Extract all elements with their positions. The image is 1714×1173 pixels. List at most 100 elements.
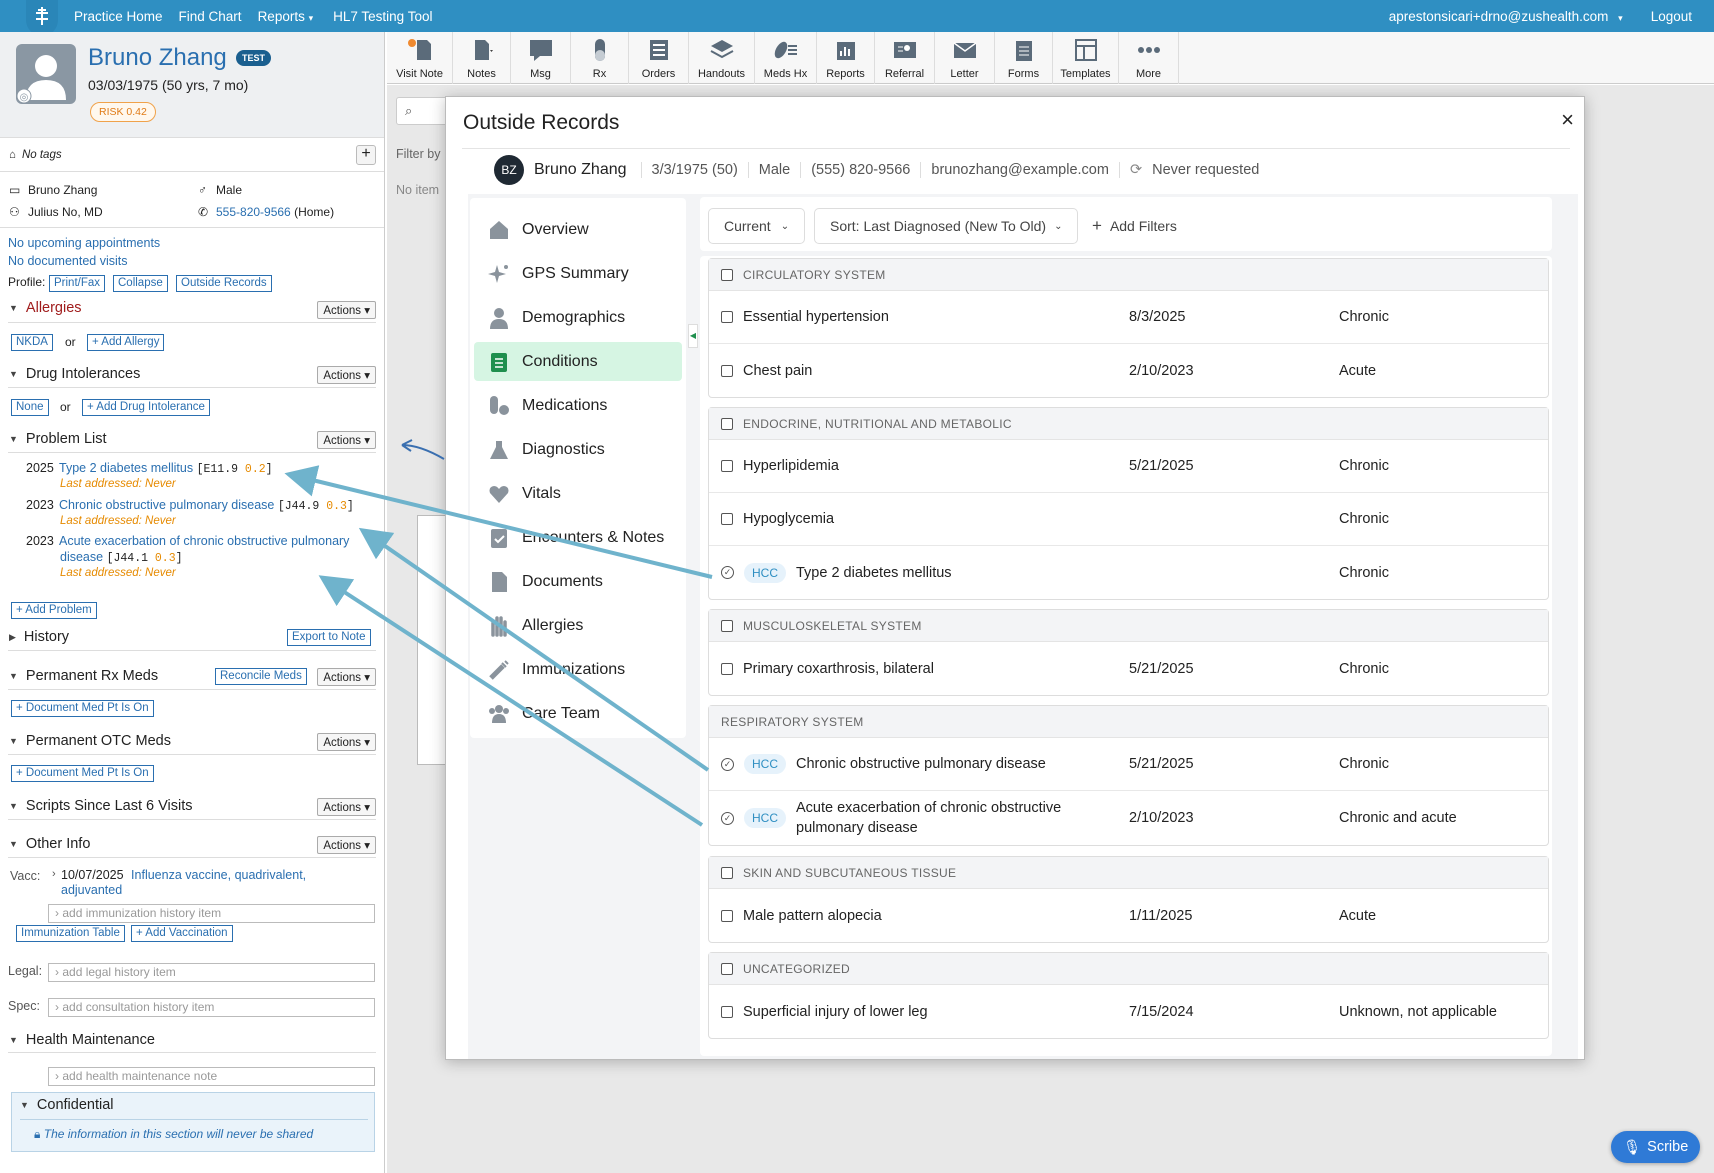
condition-row[interactable]: Primary coxarthrosis, bilateral 5/21/2025… <box>709 642 1548 695</box>
nav-overview[interactable]: Overview <box>474 210 682 249</box>
drug-intolerances-header[interactable]: ▼ Drug Intolerances <box>9 366 140 382</box>
legal-history-input[interactable]: › add legal history item <box>48 963 375 982</box>
meds-hx-button[interactable]: Meds Hx <box>755 32 817 84</box>
add-filters-button[interactable]: + Add Filters <box>1092 208 1177 244</box>
group-checkbox[interactable] <box>721 619 733 632</box>
outside-records-button[interactable]: Outside Records <box>176 275 272 292</box>
logout-link[interactable]: Logout <box>1651 9 1692 24</box>
problem-link[interactable]: disease <box>60 550 103 564</box>
nav-care-team[interactable]: Care Team <box>474 694 682 733</box>
templates-button[interactable]: Templates <box>1053 32 1119 84</box>
reconcile-meds-button[interactable]: Reconcile Meds <box>215 668 307 685</box>
allergies-header[interactable]: ▼ Allergies <box>9 300 82 316</box>
nav-practice-home[interactable]: Practice Home <box>74 9 163 24</box>
close-icon[interactable]: × <box>1561 107 1574 133</box>
condition-row[interactable]: Hyperlipidemia 5/21/2025 Chronic <box>709 440 1548 493</box>
condition-row[interactable]: ✓ HCC Chronic obstructive pulmonary diseas… <box>709 738 1548 791</box>
group-checkbox[interactable] <box>721 417 733 430</box>
scripts-actions-button[interactable]: Actions ▾ <box>317 798 376 816</box>
nav-vitals[interactable]: Vitals <box>474 474 682 513</box>
vacc-name[interactable]: Influenza vaccine, quadrivalent, <box>131 868 306 882</box>
no-appointments-link[interactable]: No upcoming appointments <box>8 236 160 250</box>
row-checkbox[interactable] <box>721 311 733 323</box>
user-menu[interactable]: aprestonsicari+drno@zushealth.com ▾ <box>1389 9 1623 24</box>
row-checkbox[interactable] <box>721 909 733 922</box>
condition-row[interactable]: Male pattern alopecia 1/11/2025 Acute <box>709 889 1548 942</box>
nav-demographics[interactable]: Demographics <box>474 298 682 337</box>
app-logo[interactable] <box>26 0 58 36</box>
add-vaccination-button[interactable]: + Add Vaccination <box>131 925 233 942</box>
health-maintenance-input[interactable]: › add health maintenance note <box>48 1067 375 1086</box>
problem-list-actions-button[interactable]: Actions ▾ <box>317 431 376 449</box>
nav-allergies[interactable]: Allergies <box>474 606 682 645</box>
row-checkbox[interactable] <box>721 662 733 675</box>
none-button[interactable]: None <box>11 399 49 416</box>
condition-row[interactable]: Essential hypertension 8/3/2025 Chronic <box>709 291 1548 344</box>
problem-list-header[interactable]: ▼ Problem List <box>9 431 107 447</box>
no-visits-link[interactable]: No documented visits <box>8 254 128 268</box>
row-checkbox[interactable] <box>721 460 733 472</box>
msg-button[interactable]: Msg <box>511 32 571 84</box>
nav-documents[interactable]: Documents <box>474 562 682 601</box>
letter-button[interactable]: Letter <box>935 32 995 84</box>
export-to-note-button[interactable]: Export to Note <box>287 629 371 646</box>
reports-button[interactable]: Reports <box>817 32 875 84</box>
immunization-table-button[interactable]: Immunization Table <box>16 925 125 942</box>
problem-link[interactable]: Type 2 diabetes mellitus <box>59 461 193 475</box>
scripts-header[interactable]: ▼ Scripts Since Last 6 Visits <box>9 798 192 814</box>
rx-button[interactable]: Rx <box>571 32 629 84</box>
allergies-actions-button[interactable]: Actions ▾ <box>317 301 376 319</box>
visit-note-button[interactable]: Visit Note <box>387 32 453 84</box>
more-button[interactable]: More <box>1119 32 1179 84</box>
rx-actions-button[interactable]: Actions ▾ <box>317 668 376 686</box>
nkda-button[interactable]: NKDA <box>11 334 53 351</box>
condition-row[interactable]: Hypoglycemia Chronic <box>709 493 1548 546</box>
group-checkbox[interactable] <box>721 268 733 281</box>
nav-immunizations[interactable]: Immunizations <box>474 650 682 689</box>
row-checkbox[interactable] <box>721 364 733 377</box>
document-rx-med-button[interactable]: + Document Med Pt Is On <box>11 700 154 717</box>
document-otc-med-button[interactable]: + Document Med Pt Is On <box>11 765 154 782</box>
collapse-button[interactable]: Collapse <box>113 275 168 292</box>
other-info-header[interactable]: ▼ Other Info <box>9 836 90 852</box>
nav-reports[interactable]: Reports ▾ <box>258 9 314 24</box>
collapse-nav-toggle[interactable]: ◀ <box>688 324 698 348</box>
risk-badge[interactable]: RISK 0.42 <box>90 102 156 122</box>
orders-button[interactable]: Orders <box>629 32 689 84</box>
otc-meds-header[interactable]: ▼ Permanent OTC Meds <box>9 733 171 749</box>
print-fax-button[interactable]: Print/Fax <box>49 275 106 292</box>
info-phone[interactable]: 555-820-9566 <box>216 205 291 219</box>
add-allergy-button[interactable]: + Add Allergy <box>87 334 165 351</box>
add-tag-button[interactable]: + <box>356 145 376 165</box>
scribe-button[interactable]: 🎙︎ Scribe <box>1611 1131 1700 1163</box>
add-problem-button[interactable]: + Add Problem <box>11 602 97 619</box>
vacc-name-cont[interactable]: adjuvanted <box>61 883 122 897</box>
row-checkbox[interactable] <box>721 513 733 525</box>
forms-button[interactable]: Forms <box>995 32 1053 84</box>
request-status[interactable]: ⟳ Never requested <box>1118 161 1269 178</box>
condition-row[interactable]: ✓ HCC Type 2 diabetes mellitus Chronic <box>709 546 1548 599</box>
patient-name[interactable]: Bruno Zhang <box>88 44 227 72</box>
history-header[interactable]: ▶ History <box>9 629 69 645</box>
sort-dropdown[interactable]: Sort: Last Diagnosed (New To Old) ⌄ <box>814 208 1079 244</box>
intolerances-actions-button[interactable]: Actions ▾ <box>317 366 376 384</box>
nav-medications[interactable]: Medications <box>474 386 682 425</box>
health-maintenance-header[interactable]: ▼ Health Maintenance <box>9 1032 155 1048</box>
nav-encounters-notes[interactable]: Encounters & Notes <box>474 518 682 557</box>
problem-link[interactable]: Acute exacerbation of chronic obstructiv… <box>59 534 349 548</box>
other-info-actions-button[interactable]: Actions ▾ <box>317 836 376 854</box>
consultation-history-input[interactable]: › add consultation history item <box>48 998 375 1017</box>
condition-row[interactable]: ✓ HCC Acute exacerbation of chronic obstru… <box>709 791 1548 845</box>
problem-link[interactable]: Chronic obstructive pulmonary disease <box>59 498 274 512</box>
immunization-history-input[interactable]: › add immunization history item <box>48 904 375 923</box>
row-checkbox[interactable] <box>721 1005 733 1018</box>
referral-button[interactable]: Referral <box>875 32 935 84</box>
group-checkbox[interactable] <box>721 962 733 975</box>
group-checkbox[interactable] <box>721 866 733 879</box>
nav-diagnostics[interactable]: Diagnostics <box>474 430 682 469</box>
rx-meds-header[interactable]: ▼ Permanent Rx Meds <box>9 668 158 684</box>
status-filter-dropdown[interactable]: Current ⌄ <box>708 208 806 244</box>
nav-conditions[interactable]: Conditions <box>474 342 682 381</box>
nav-find-chart[interactable]: Find Chart <box>179 9 242 24</box>
condition-row[interactable]: Superficial injury of lower leg 7/15/2024… <box>709 985 1548 1038</box>
